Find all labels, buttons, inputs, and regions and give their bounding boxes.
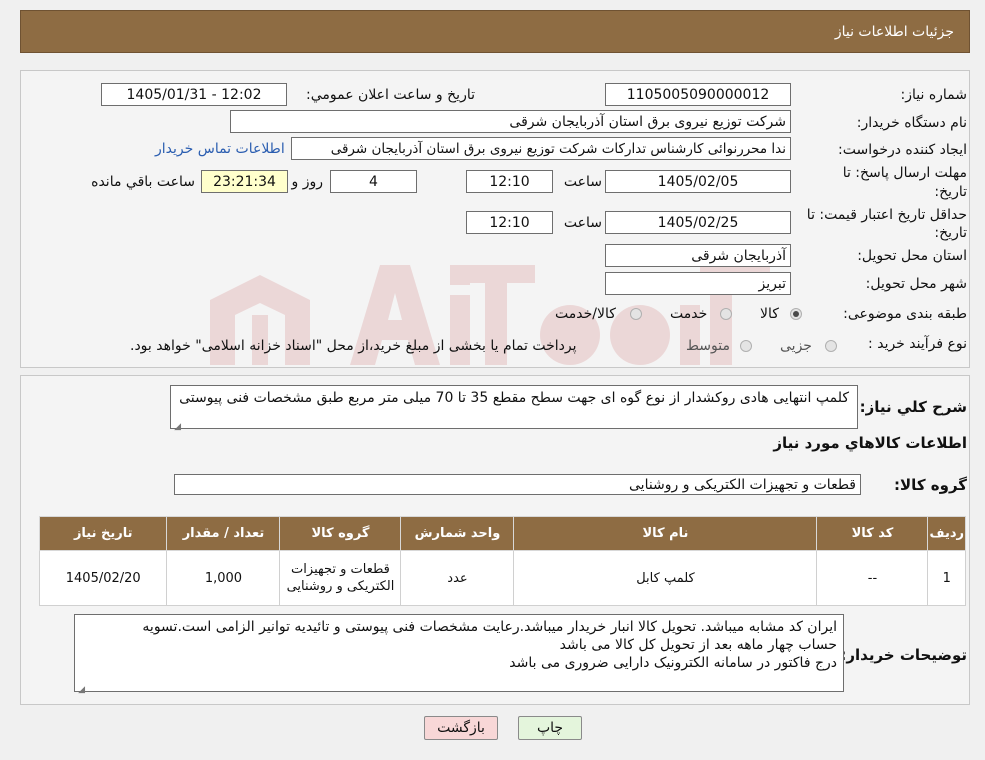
- table-cell: 1: [927, 550, 966, 606]
- resize-handle-icon[interactable]: ◢: [173, 418, 181, 432]
- deadline-time-field[interactable]: 12:10: [466, 170, 553, 193]
- buyer-notes-line: درج فاکتور در سامانه الکترونیک دارایی ضر…: [509, 655, 837, 671]
- announce-datetime-field[interactable]: 1405/01/31 - 12:02: [101, 83, 287, 106]
- resize-handle-icon[interactable]: ◢: [77, 681, 85, 695]
- goods-group-field[interactable]: قطعات و تجهیزات الکتریکی و روشنایی: [174, 474, 861, 495]
- page-header: جزئیات اطلاعات نیاز: [20, 10, 970, 53]
- category-label: طبقه بندی موضوعی:: [843, 306, 967, 322]
- page-title: جزئیات اطلاعات نیاز: [834, 23, 954, 40]
- column-header: تعداد / مقدار: [166, 516, 281, 551]
- process-label: نوع فرآیند خرید :: [868, 336, 967, 352]
- need-number-label: شماره نیاز:: [900, 87, 968, 103]
- days-field[interactable]: 4: [330, 170, 417, 193]
- goods-group-label: گروه کالا:: [894, 476, 967, 494]
- validity-time-label: ساعت: [563, 215, 602, 231]
- city-field[interactable]: تبریز: [605, 272, 791, 295]
- column-header: نام کالا: [513, 516, 818, 551]
- process-option-minor-radio[interactable]: [825, 340, 837, 352]
- announce-label: تاریخ و ساعت اعلان عمومي:: [306, 87, 475, 103]
- table-row[interactable]: 1 -- کلمپ کابل عدد قطعات و تجهیزات الکتر…: [38, 550, 966, 606]
- buyer-org-field[interactable]: شرکت توزیع نیروی برق استان آذربایجان شرق…: [230, 110, 791, 133]
- description-text: کلمپ انتهایی هادی روکشدار از نوع گوه ای …: [179, 390, 849, 406]
- buyer-org-label: نام دستگاه خريدار:: [856, 115, 967, 131]
- creator-field[interactable]: ندا محررنوائی کارشناس تدارکات شرکت توزیع…: [291, 137, 791, 160]
- remaining-label: ساعت باقي مانده: [91, 174, 195, 190]
- column-header: کد کالا: [816, 516, 929, 551]
- table-cell: 1405/02/20: [38, 550, 168, 606]
- table-header-row: ردیف کد کالا نام کالا واحد شمارش گروه کا…: [38, 516, 966, 551]
- column-header: ردیف: [927, 516, 966, 551]
- validity-date-field[interactable]: 1405/02/25: [605, 211, 791, 234]
- buyer-notes-line: حساب چهار ماهه بعد از تحویل کل کالا می ب…: [559, 637, 837, 653]
- process-option-medium-label: متوسط: [686, 338, 730, 354]
- validity-label: حداقل تاریخ اعتبار قیمت: تا: [806, 207, 967, 223]
- table-cell: عدد: [400, 550, 515, 606]
- print-button[interactable]: چاپ: [518, 716, 582, 740]
- category-option-service-label: خدمت: [670, 306, 708, 322]
- back-button[interactable]: بازگشت: [424, 716, 498, 740]
- deadline-time-label: ساعت: [563, 174, 602, 190]
- table-cell: قطعات و تجهیزات الکتریکی و روشنایی: [279, 550, 402, 606]
- province-field[interactable]: آذربایجان شرقی: [605, 244, 791, 267]
- remaining-time-field: 23:21:34: [201, 170, 288, 193]
- column-header: تاریخ نیاز: [38, 516, 168, 551]
- category-option-both-label: کالا/خدمت: [555, 306, 616, 322]
- table-cell: --: [816, 550, 929, 606]
- buyer-notes-line: ایران کد مشابه میباشد. تحویل کالا انبار …: [142, 619, 837, 635]
- buyer-notes-textarea[interactable]: ایران کد مشابه میباشد. تحویل کالا انبار …: [74, 614, 844, 695]
- category-option-both-radio[interactable]: [630, 308, 642, 320]
- column-header: گروه کالا: [279, 516, 402, 551]
- table-cell: 1,000: [166, 550, 281, 606]
- description-textarea[interactable]: کلمپ انتهایی هادی روکشدار از نوع گوه ای …: [170, 385, 858, 432]
- process-option-minor-label: جزیی: [780, 338, 812, 354]
- process-note: پرداخت تمام یا بخشی از مبلغ خرید،از محل …: [130, 338, 577, 354]
- deadline-label-date: تاریخ:: [934, 184, 967, 200]
- process-option-medium-radio[interactable]: [740, 340, 752, 352]
- category-option-service-radio[interactable]: [720, 308, 732, 320]
- description-label: شرح کلي نياز:: [859, 398, 967, 416]
- days-label: روز و: [291, 174, 324, 190]
- creator-label: ایجاد کننده درخواست:: [838, 142, 967, 158]
- deadline-date-field[interactable]: 1405/02/05: [605, 170, 791, 193]
- validity-time-field[interactable]: 12:10: [466, 211, 553, 234]
- table-cell: کلمپ کابل: [513, 550, 818, 606]
- buyer-notes-label: توضیحات خریدار:: [840, 646, 967, 664]
- need-number-field[interactable]: 1105005090000012: [605, 83, 791, 106]
- column-header: واحد شمارش: [400, 516, 515, 551]
- category-option-goods-radio[interactable]: [790, 308, 802, 320]
- validity-label-date: تاریخ:: [934, 225, 967, 241]
- province-label: استان محل تحویل:: [857, 248, 967, 264]
- goods-table: ردیف کد کالا نام کالا واحد شمارش گروه کا…: [38, 516, 966, 606]
- category-option-goods-label: کالا: [760, 306, 779, 322]
- goods-info-title: اطلاعات کالاهاي مورد نياز: [773, 434, 967, 452]
- buyer-contact-link[interactable]: اطلاعات تماس خریدار: [155, 141, 285, 157]
- deadline-label: مهلت ارسال پاسخ: تا: [842, 165, 967, 181]
- city-label: شهر محل تحویل:: [865, 276, 967, 292]
